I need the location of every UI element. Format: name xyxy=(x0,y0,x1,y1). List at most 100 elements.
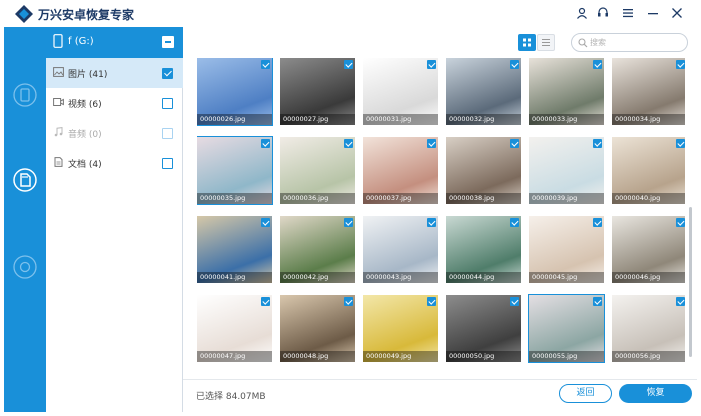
photo-filename: 00000046.jpg xyxy=(612,272,685,283)
photo-thumbnail[interactable]: 00000026.jpg xyxy=(197,58,273,126)
photo-checkbox[interactable] xyxy=(344,139,353,148)
close-icon[interactable] xyxy=(667,3,687,23)
photo-filename: 00000033.jpg xyxy=(529,114,604,125)
sd-card-recover-icon[interactable] xyxy=(12,167,38,193)
photo-checkbox[interactable] xyxy=(593,297,602,306)
photo-checkbox[interactable] xyxy=(593,139,602,148)
repair-icon[interactable] xyxy=(12,254,38,280)
photo-checkbox[interactable] xyxy=(510,297,519,306)
phone-icon xyxy=(53,34,63,48)
support-icon[interactable] xyxy=(593,3,613,23)
photo-checkbox[interactable] xyxy=(676,60,685,69)
search-input[interactable] xyxy=(590,35,680,50)
photo-thumbnail[interactable]: 00000046.jpg xyxy=(612,216,685,283)
list-view-button[interactable] xyxy=(537,34,555,51)
photo-checkbox[interactable] xyxy=(261,139,270,148)
photo-thumbnail[interactable]: 00000048.jpg xyxy=(280,295,355,362)
photo-filename: 00000034.jpg xyxy=(612,114,685,125)
collapse-toggle[interactable] xyxy=(162,36,174,48)
selected-size-text: 已选择 84.07MB xyxy=(196,392,266,402)
photo-thumbnail[interactable]: 00000032.jpg xyxy=(446,58,521,125)
photo-checkbox[interactable] xyxy=(676,218,685,227)
photo-filename: 00000037.jpg xyxy=(363,193,438,204)
category-audio[interactable]: 音频 (0) xyxy=(46,118,183,148)
photo-checkbox[interactable] xyxy=(510,139,519,148)
photo-thumbnail[interactable]: 00000033.jpg xyxy=(529,58,604,125)
list-view-icon xyxy=(542,39,550,46)
photo-filename: 00000027.jpg xyxy=(280,114,355,125)
photo-checkbox[interactable] xyxy=(593,60,602,69)
photo-filename: 00000050.jpg xyxy=(446,351,521,362)
photo-thumbnail[interactable]: 00000036.jpg xyxy=(280,137,355,204)
photo-filename: 00000055.jpg xyxy=(529,351,604,362)
category-checkbox[interactable] xyxy=(162,68,173,79)
photo-filename: 00000039.jpg xyxy=(529,193,604,204)
photo-thumbnail[interactable]: 00000035.jpg xyxy=(197,136,273,205)
photo-filename: 00000038.jpg xyxy=(446,193,521,204)
photo-thumbnail[interactable]: 00000031.jpg xyxy=(363,58,438,125)
photo-checkbox[interactable] xyxy=(344,60,353,69)
user-icon[interactable] xyxy=(572,3,592,23)
photo-thumbnail[interactable]: 00000055.jpg xyxy=(528,294,605,363)
category-label: 视频 (6) xyxy=(68,100,102,110)
document-icon xyxy=(54,157,63,167)
photo-thumbnail[interactable]: 00000050.jpg xyxy=(446,295,521,362)
photo-thumbnail[interactable]: 00000049.jpg xyxy=(363,295,438,362)
photo-thumbnail[interactable]: 00000043.jpg xyxy=(363,216,438,283)
photo-checkbox[interactable] xyxy=(427,139,436,148)
photo-checkbox[interactable] xyxy=(261,60,270,69)
photo-filename: 00000031.jpg xyxy=(363,114,438,125)
left-nav-bar xyxy=(4,27,46,412)
photo-checkbox[interactable] xyxy=(261,218,270,227)
photo-thumbnail[interactable]: 00000047.jpg xyxy=(197,295,272,362)
grid-view-button[interactable] xyxy=(518,34,536,51)
photo-checkbox[interactable] xyxy=(510,60,519,69)
photo-checkbox[interactable] xyxy=(261,297,270,306)
minimize-icon[interactable] xyxy=(643,3,663,23)
photo-filename: 00000043.jpg xyxy=(363,272,438,283)
photo-grid: 00000026.jpg 00000027.jpg 00000031.jpg 0000… xyxy=(197,58,685,376)
back-button[interactable]: 返回 xyxy=(559,384,612,403)
photo-filename: 00000042.jpg xyxy=(280,272,355,283)
drive-row[interactable]: f (G:) xyxy=(46,27,183,58)
category-checkbox[interactable] xyxy=(162,158,173,169)
photo-thumbnail[interactable]: 00000037.jpg xyxy=(363,137,438,204)
photo-checkbox[interactable] xyxy=(676,139,685,148)
photo-thumbnail[interactable]: 00000027.jpg xyxy=(280,58,355,125)
photo-checkbox[interactable] xyxy=(510,218,519,227)
category-videos[interactable]: 视频 (6) xyxy=(46,88,183,118)
category-label: 音频 (0) xyxy=(68,130,102,140)
photo-thumbnail[interactable]: 00000056.jpg xyxy=(612,295,685,362)
photo-checkbox[interactable] xyxy=(427,60,436,69)
search-icon xyxy=(578,38,588,48)
category-checkbox[interactable] xyxy=(162,128,173,139)
photo-thumbnail[interactable]: 00000038.jpg xyxy=(446,137,521,204)
category-documents[interactable]: 文档 (4) xyxy=(46,148,183,178)
category-images[interactable]: 图片 (41) xyxy=(46,58,183,88)
photo-thumbnail[interactable]: 00000034.jpg xyxy=(612,58,685,125)
menu-icon[interactable] xyxy=(618,3,638,23)
photo-checkbox[interactable] xyxy=(676,297,685,306)
app-title: 万兴安卓恢复专家 xyxy=(38,8,135,22)
photo-thumbnail[interactable]: 00000045.jpg xyxy=(529,216,604,283)
photo-checkbox[interactable] xyxy=(427,218,436,227)
photo-checkbox[interactable] xyxy=(344,297,353,306)
photo-thumbnail[interactable]: 00000044.jpg xyxy=(446,216,521,283)
photo-filename: 00000032.jpg xyxy=(446,114,521,125)
photo-checkbox[interactable] xyxy=(344,218,353,227)
phone-recover-icon[interactable] xyxy=(12,82,38,108)
category-checkbox[interactable] xyxy=(162,98,173,109)
photo-checkbox[interactable] xyxy=(593,218,602,227)
photo-thumbnail[interactable]: 00000040.jpg xyxy=(612,137,685,204)
photo-thumbnail[interactable]: 00000041.jpg xyxy=(197,216,272,283)
photo-thumbnail[interactable]: 00000042.jpg xyxy=(280,216,355,283)
scrollbar[interactable] xyxy=(689,207,692,357)
photo-checkbox[interactable] xyxy=(427,297,436,306)
photo-filename: 00000045.jpg xyxy=(529,272,604,283)
photo-filename: 00000026.jpg xyxy=(197,114,272,125)
search-box[interactable] xyxy=(571,33,688,52)
photo-filename: 00000048.jpg xyxy=(280,351,355,362)
photo-thumbnail[interactable]: 00000039.jpg xyxy=(529,137,604,204)
recover-button[interactable]: 恢复 xyxy=(619,384,692,403)
drive-label: f (G:) xyxy=(68,36,94,47)
